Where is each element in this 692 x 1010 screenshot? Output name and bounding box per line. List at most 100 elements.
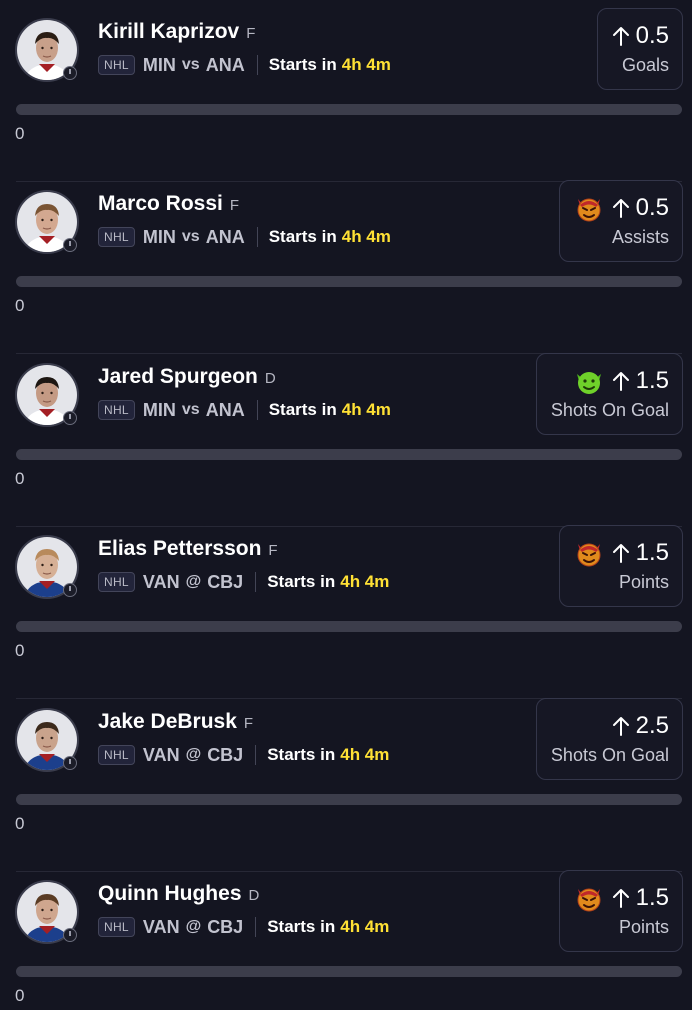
- prop-line-box[interactable]: 0.5 Assists: [558, 180, 683, 262]
- player-card[interactable]: Elias Pettersson F NHL VAN @ CBJ Starts …: [0, 525, 692, 699]
- player-card[interactable]: Jake DeBrusk F NHL VAN @ CBJ Starts in 4…: [0, 698, 692, 872]
- player-card[interactable]: Marco Rossi F NHL MIN vs ANA Starts in 4…: [0, 180, 692, 354]
- stat-label: Points: [618, 572, 669, 592]
- devil-face-icon: [574, 193, 604, 223]
- player-avatar: [15, 880, 79, 944]
- player-position: D: [264, 370, 277, 387]
- team: VAN: [142, 571, 180, 592]
- prop-line-box[interactable]: 0.5 Goals: [596, 8, 683, 90]
- starts-label: Starts in: [267, 572, 336, 591]
- prop-line-box[interactable]: 2.5 Shots On Goal: [535, 698, 683, 780]
- arrow-up-icon: [612, 544, 629, 563]
- opponent: CBJ: [207, 571, 244, 592]
- start-time: 4h 4m: [340, 917, 390, 936]
- divider: [255, 572, 257, 592]
- clock-icon: [63, 928, 77, 942]
- starts-label: Starts in: [267, 745, 336, 764]
- progress-bar: [16, 966, 682, 977]
- arrow-up-icon: [612, 717, 629, 736]
- start-time: 4h 4m: [341, 400, 391, 419]
- player-name: Kirill Kaprizov: [98, 20, 240, 43]
- clock-icon: [63, 756, 77, 770]
- league-badge: NHL: [98, 55, 135, 75]
- player-position: F: [229, 197, 240, 214]
- team: MIN: [142, 54, 176, 75]
- matchup-connector: @: [185, 746, 202, 763]
- player-avatar: [15, 190, 79, 254]
- arrow-up-icon: [612, 889, 629, 908]
- player-card[interactable]: Jared Spurgeon D NHL MIN vs ANA Starts i…: [0, 353, 692, 527]
- stat-label: Shots On Goal: [550, 745, 669, 765]
- goblin-face-icon: [574, 366, 604, 396]
- opponent: ANA: [205, 226, 245, 247]
- arrow-up-icon: [612, 199, 629, 218]
- player-avatar: [15, 535, 79, 599]
- opponent: ANA: [205, 399, 245, 420]
- league-badge: NHL: [98, 400, 135, 420]
- divider: [255, 745, 257, 765]
- starts-label: Starts in: [268, 400, 337, 419]
- line-value: 1.5: [635, 539, 669, 566]
- start-time: 4h 4m: [340, 745, 390, 764]
- line-value: 0.5: [635, 22, 669, 49]
- starts-label: Starts in: [268, 227, 337, 246]
- divider: [256, 400, 258, 420]
- divider: [255, 917, 257, 937]
- clock-icon: [63, 66, 77, 80]
- opponent: CBJ: [207, 916, 244, 937]
- league-badge: NHL: [98, 745, 135, 765]
- player-position: D: [248, 887, 260, 904]
- league-badge: NHL: [98, 917, 135, 937]
- stat-label: Assists: [611, 227, 669, 247]
- line-value: 2.5: [635, 712, 669, 739]
- devil-face-icon: [574, 538, 604, 568]
- player-card[interactable]: Kirill Kaprizov F NHL MIN vs ANA Starts …: [0, 8, 692, 182]
- starts-label: Starts in: [267, 917, 336, 936]
- progress-bar: [16, 794, 682, 805]
- team: MIN: [142, 399, 176, 420]
- line-value: 1.5: [635, 884, 669, 911]
- divider: [256, 227, 258, 247]
- start-time: 4h 4m: [341, 227, 391, 246]
- matchup-connector: @: [185, 573, 202, 590]
- player-name: Quinn Hughes: [98, 882, 242, 905]
- player-card[interactable]: Quinn Hughes D NHL VAN @ CBJ Starts in 4…: [0, 870, 692, 1010]
- clock-icon: [63, 583, 77, 597]
- clock-icon: [63, 238, 77, 252]
- matchup-connector: vs: [181, 228, 200, 245]
- matchup-connector: @: [185, 918, 202, 935]
- team: VAN: [142, 916, 180, 937]
- progress-value: 0: [15, 641, 25, 660]
- line-value: 1.5: [635, 367, 669, 394]
- player-prop-list: Kirill Kaprizov F NHL MIN vs ANA Starts …: [0, 0, 692, 1010]
- player-position: F: [243, 715, 254, 732]
- progress-value: 0: [15, 124, 25, 143]
- starts-label: Starts in: [268, 55, 337, 74]
- opponent: ANA: [205, 54, 245, 75]
- progress-bar: [16, 621, 682, 632]
- prop-line-box[interactable]: 1.5 Shots On Goal: [535, 353, 683, 435]
- progress-value: 0: [15, 469, 25, 488]
- player-avatar: [15, 708, 79, 772]
- opponent: CBJ: [207, 744, 244, 765]
- progress-bar: [16, 104, 682, 115]
- player-name: Elias Pettersson: [98, 537, 262, 560]
- stat-label: Goals: [621, 55, 669, 75]
- divider: [256, 55, 258, 75]
- prop-line-box[interactable]: 1.5 Points: [558, 525, 683, 607]
- league-badge: NHL: [98, 572, 135, 592]
- devil-face-icon: [574, 883, 604, 913]
- matchup-connector: vs: [181, 56, 200, 73]
- arrow-up-icon: [612, 27, 629, 46]
- prop-line-box[interactable]: 1.5 Points: [558, 870, 683, 952]
- player-avatar: [15, 18, 79, 82]
- player-name: Marco Rossi: [98, 192, 223, 215]
- player-position: F: [246, 25, 256, 42]
- matchup-connector: vs: [181, 401, 200, 418]
- progress-bar: [16, 449, 682, 460]
- progress-value: 0: [15, 296, 25, 315]
- start-time: 4h 4m: [341, 55, 391, 74]
- start-time: 4h 4m: [340, 572, 390, 591]
- team: MIN: [142, 226, 176, 247]
- arrow-up-icon: [612, 372, 629, 391]
